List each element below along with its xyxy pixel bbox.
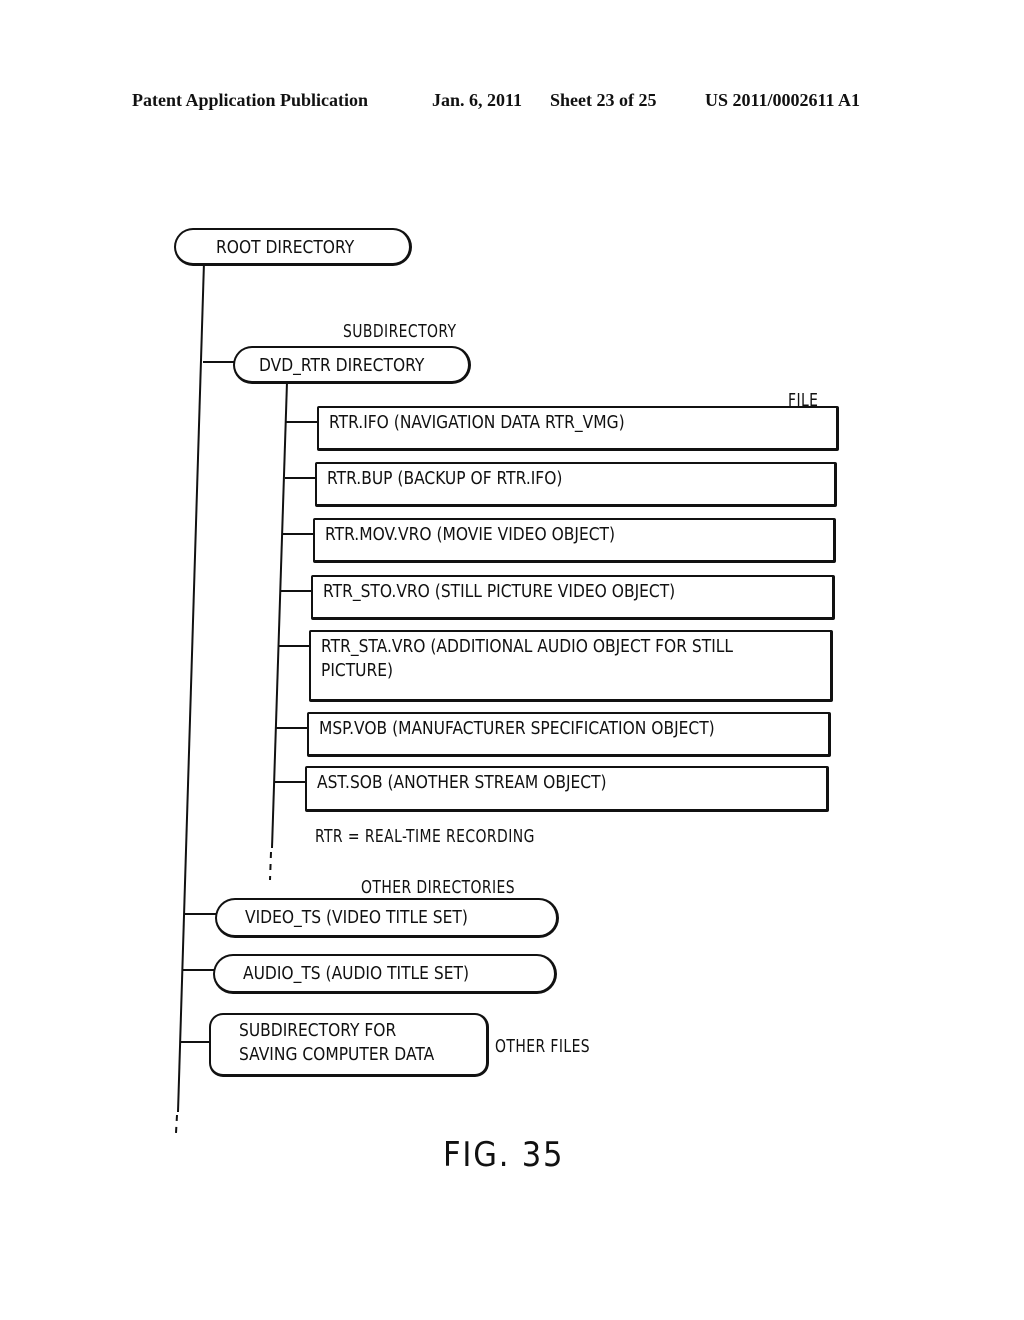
dvd-rtr-directory-node: DVD_RTR DIRECTORY [233, 346, 471, 384]
rtr-definition-note: RTR = REAL-TIME RECORDING [315, 826, 535, 847]
computer-data-label-line1: SUBDIRECTORY FOR [239, 1020, 397, 1041]
file-rtr-sta-vro-label-line2: PICTURE) [321, 660, 394, 681]
computer-data-label-line2: SAVING COMPUTER DATA [239, 1044, 435, 1065]
audio-ts-directory-node: AUDIO_TS (AUDIO TITLE SET) [213, 954, 557, 994]
dvd-rtr-trunk-dash [269, 851, 272, 881]
file-rtr-sto-vro-label: RTR_STO.VRO (STILL PICTURE VIDEO OBJECT) [323, 581, 676, 602]
file-node-rtr-ifo: RTR.IFO (NAVIGATION DATA RTR_VMG) [317, 406, 839, 451]
file-msp-vob-label: MSP.VOB (MANUFACTURER SPECIFICATION OBJE… [319, 718, 715, 739]
file-rtr-sta-vro-label-line1: RTR_STA.VRO (ADDITIONAL AUDIO OBJECT FOR… [321, 636, 734, 657]
root-directory-node: ROOT DIRECTORY [174, 228, 412, 266]
subdirectory-label: SUBDIRECTORY [343, 321, 457, 342]
dvd-rtr-trunk-line [271, 381, 288, 849]
file-node-ast-sob: AST.SOB (ANOTHER STREAM OBJECT) [305, 766, 829, 812]
computer-data-directory-node: SUBDIRECTORY FOR SAVING COMPUTER DATA [209, 1013, 489, 1077]
root-trunk-line [177, 261, 205, 1113]
dvd-rtr-directory-label: DVD_RTR DIRECTORY [259, 355, 425, 376]
root-directory-label: ROOT DIRECTORY [216, 237, 355, 258]
file-rtr-mov-vro-label: RTR.MOV.VRO (MOVIE VIDEO OBJECT) [325, 524, 616, 545]
file-rtr-ifo-label: RTR.IFO (NAVIGATION DATA RTR_VMG) [329, 412, 625, 433]
file-node-rtr-sta-vro: RTR_STA.VRO (ADDITIONAL AUDIO OBJECT FOR… [309, 630, 833, 702]
file-node-rtr-bup: RTR.BUP (BACKUP OF RTR.IFO) [315, 462, 837, 507]
file-node-rtr-mov-vro: RTR.MOV.VRO (MOVIE VIDEO OBJECT) [313, 518, 836, 563]
root-trunk-dash [175, 1114, 178, 1134]
other-directories-label: OTHER DIRECTORIES [361, 877, 516, 898]
file-node-msp-vob: MSP.VOB (MANUFACTURER SPECIFICATION OBJE… [307, 712, 831, 757]
video-ts-directory-node: VIDEO_TS (VIDEO TITLE SET) [215, 898, 559, 938]
file-node-rtr-sto-vro: RTR_STO.VRO (STILL PICTURE VIDEO OBJECT) [311, 575, 835, 620]
video-ts-label: VIDEO_TS (VIDEO TITLE SET) [245, 907, 468, 928]
figure-label: FIG. 35 [443, 1135, 565, 1175]
other-files-label: OTHER FILES [495, 1036, 591, 1057]
audio-ts-label: AUDIO_TS (AUDIO TITLE SET) [243, 963, 469, 984]
file-rtr-bup-label: RTR.BUP (BACKUP OF RTR.IFO) [327, 468, 563, 489]
file-ast-sob-label: AST.SOB (ANOTHER STREAM OBJECT) [317, 772, 607, 793]
